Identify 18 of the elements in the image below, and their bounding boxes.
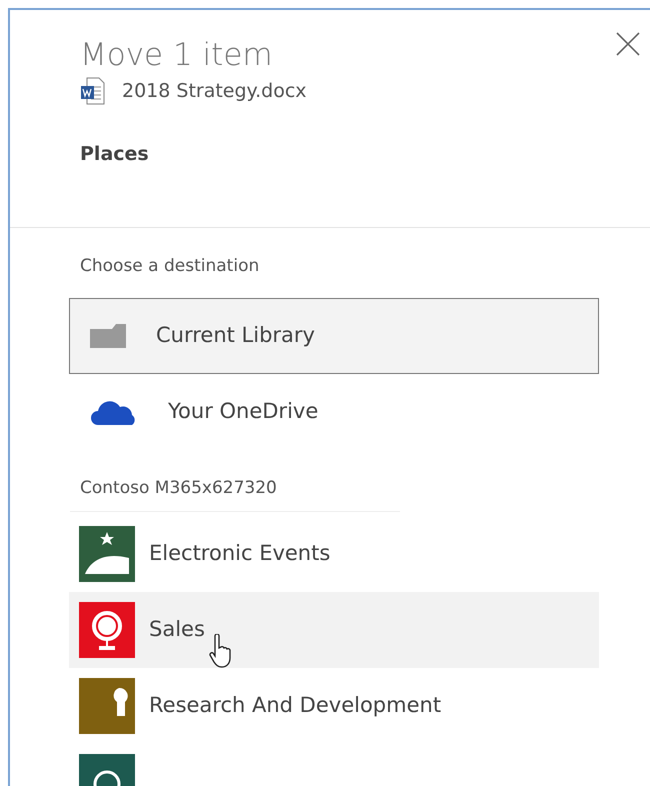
place-item[interactable]: Current Library [69, 298, 599, 374]
site-name: Electronic Events [149, 540, 330, 568]
word-document-icon [80, 76, 106, 106]
site-name: Research And Development [149, 692, 442, 720]
group-label: Contoso M365x627320 [79, 476, 278, 500]
place-name: Your OneDrive [168, 398, 318, 425]
place-name: Current Library [156, 322, 315, 349]
close-button[interactable] [614, 30, 642, 58]
section-heading: Places [80, 142, 150, 168]
site-item[interactable]: Sales [69, 592, 599, 668]
dialog-title: Move 1 item [80, 38, 273, 72]
destination-label: Choose a destination [79, 255, 260, 278]
site-item[interactable]: Electronic Events [69, 516, 599, 592]
site-name: Sales [149, 616, 205, 644]
place-item[interactable]: Your OneDrive [69, 374, 599, 450]
site-item[interactable]: Research And Development [69, 668, 599, 744]
folder-icon [90, 324, 126, 348]
file-name: 2018 Strategy.docx [122, 78, 307, 104]
